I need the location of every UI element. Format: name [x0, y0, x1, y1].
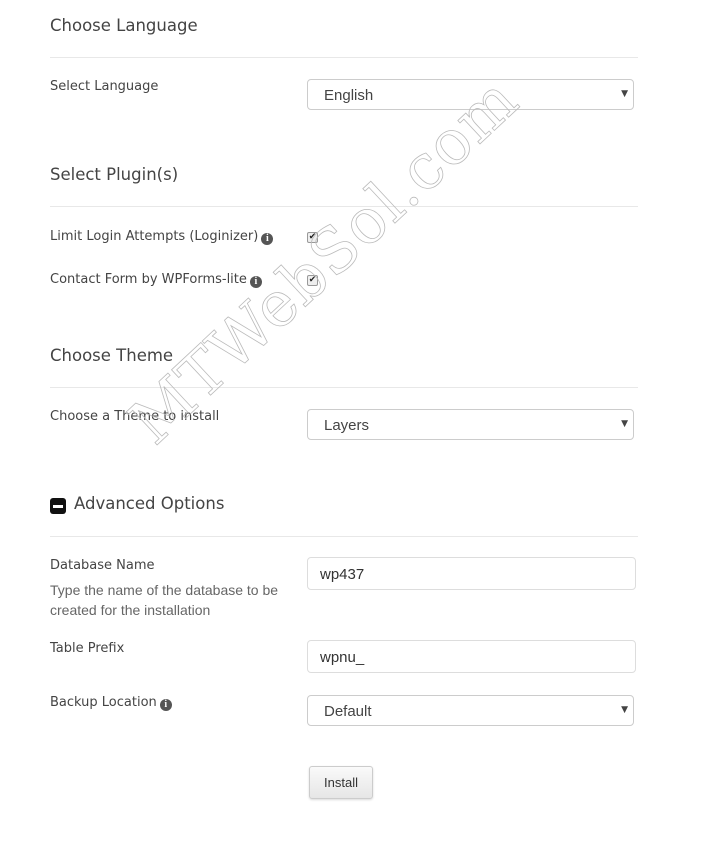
chevron-down-icon: ▼	[621, 705, 628, 715]
section-title-plugins: Select Plugin(s)	[50, 165, 179, 184]
table-prefix-label: Table Prefix	[50, 641, 125, 656]
language-select[interactable]: English ▼	[307, 79, 634, 110]
info-icon[interactable]: i	[261, 233, 274, 245]
backup-location-select[interactable]: Default ▼	[307, 695, 634, 726]
backup-location-text: Backup Location	[50, 695, 157, 710]
language-select-value: English	[324, 87, 374, 104]
section-title-theme: Choose Theme	[50, 346, 174, 365]
minus-square-icon[interactable]	[50, 498, 66, 514]
divider	[50, 206, 638, 207]
chevron-down-icon: ▼	[621, 89, 628, 99]
info-icon[interactable]: i	[159, 699, 172, 711]
backup-location-value: Default	[324, 703, 372, 720]
select-theme-label: Choose a Theme to install	[50, 409, 220, 424]
database-name-value: wp437	[320, 566, 365, 583]
install-button[interactable]: Install	[309, 766, 373, 799]
chevron-down-icon: ▼	[621, 419, 628, 429]
plugin-name: Limit Login Attempts (Loginizer)	[50, 229, 259, 244]
database-name-label: Database Name	[50, 558, 155, 573]
backup-location-label: Backup Location i	[50, 695, 172, 711]
section-title-advanced[interactable]: Advanced Options	[74, 494, 224, 513]
divider	[50, 387, 638, 388]
theme-select[interactable]: Layers ▼	[307, 409, 634, 440]
plugin-label-wpforms: Contact Form by WPForms-lite i	[50, 272, 262, 288]
plugin-checkbox-loginizer[interactable]: ✔	[307, 232, 318, 243]
database-name-help: Type the name of the database to be crea…	[50, 582, 279, 618]
info-icon[interactable]: i	[249, 276, 262, 288]
divider	[50, 57, 638, 58]
theme-select-value: Layers	[324, 417, 370, 434]
plugin-name: Contact Form by WPForms-lite	[50, 272, 247, 287]
plugin-checkbox-wpforms[interactable]: ✔	[307, 275, 318, 286]
database-name-input[interactable]: wp437	[307, 557, 636, 590]
section-title-language: Choose Language	[50, 16, 198, 35]
table-prefix-value: wpnu_	[320, 649, 365, 666]
watermark: MTWebSol.com	[115, 62, 533, 459]
divider	[50, 536, 638, 537]
table-prefix-input[interactable]: wpnu_	[307, 640, 636, 673]
select-language-label: Select Language	[50, 79, 159, 94]
plugin-label-loginizer: Limit Login Attempts (Loginizer) i	[50, 229, 274, 245]
